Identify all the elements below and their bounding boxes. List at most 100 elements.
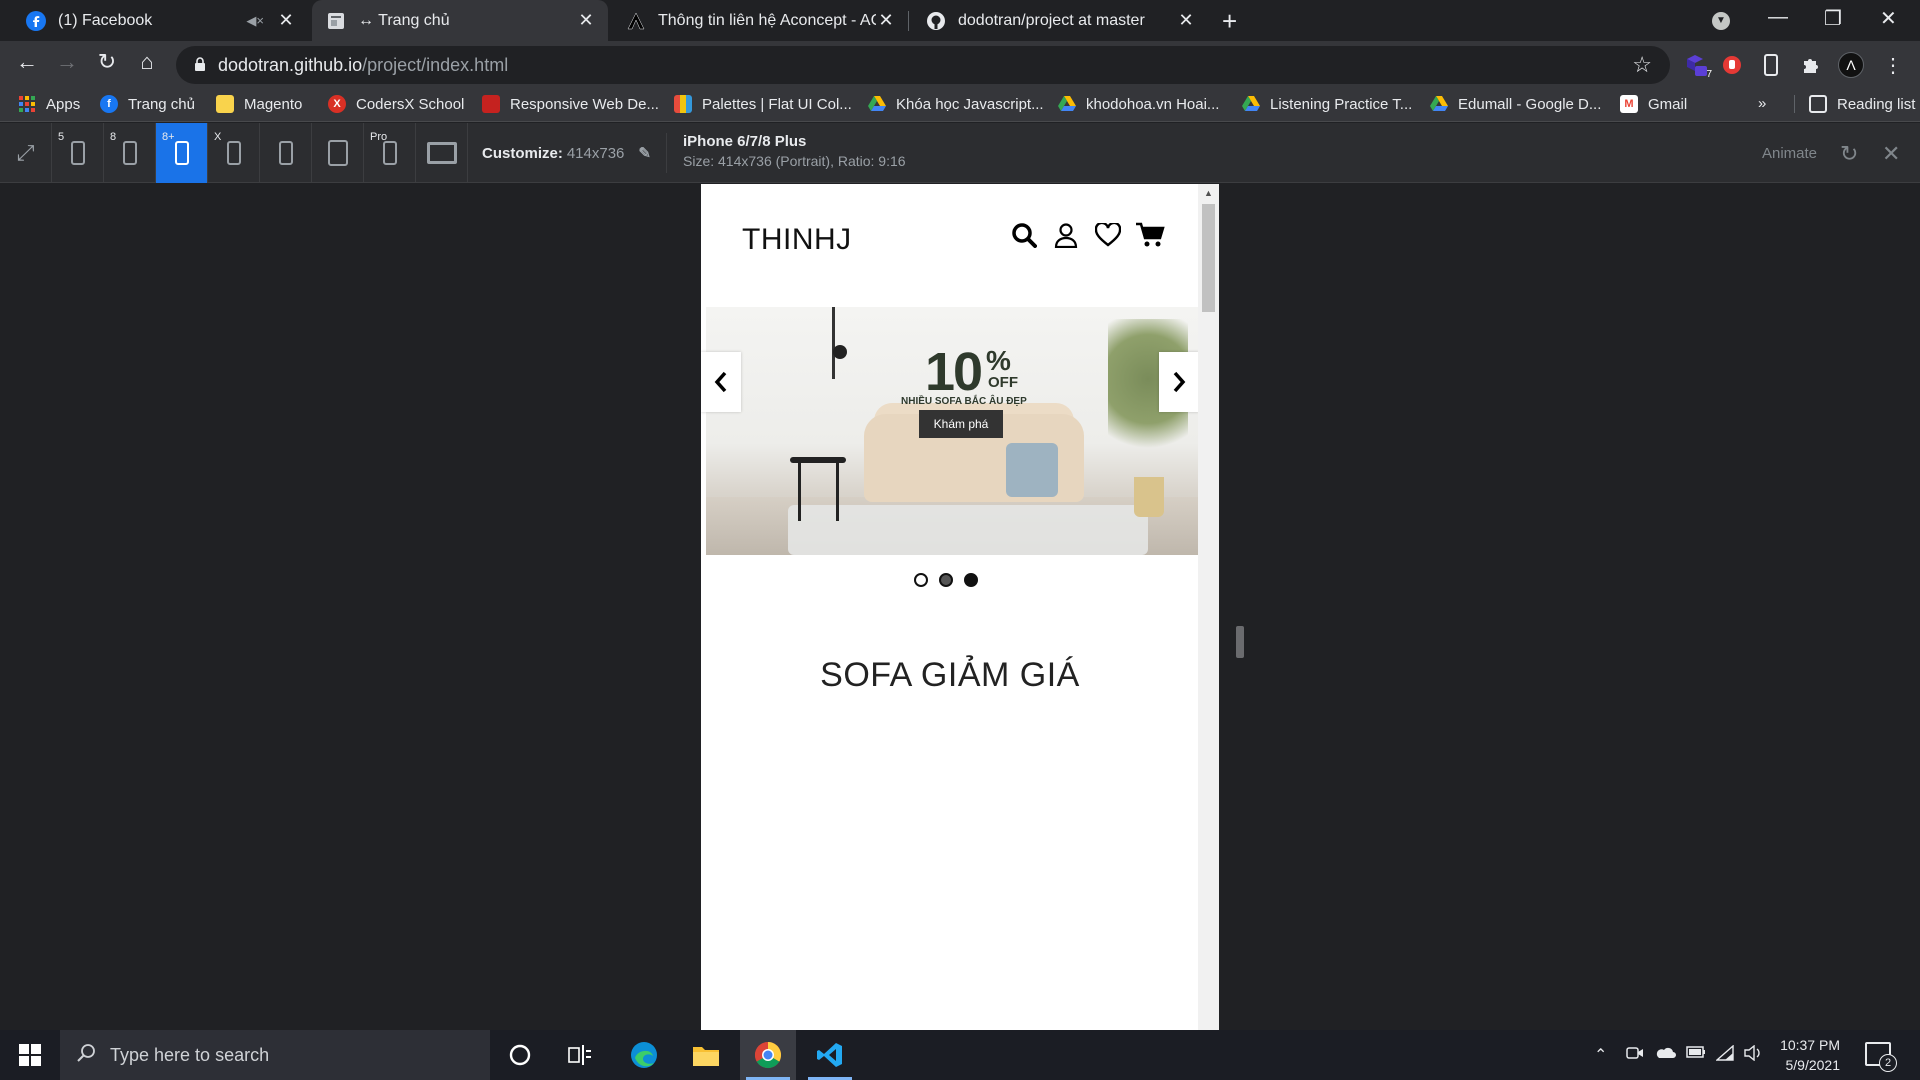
lock-icon[interactable] <box>194 56 208 74</box>
rotate-icon[interactable]: ↻ <box>1840 141 1858 167</box>
bookmark-trang-chu[interactable]: f Trang chủ <box>100 95 195 113</box>
bookmark-palettes[interactable]: Palettes | Flat UI Col... <box>674 95 852 113</box>
extensions-puzzle-icon[interactable] <box>1798 52 1824 78</box>
bookmark-responsive-web[interactable]: Responsive Web De... <box>482 95 659 113</box>
close-tab-icon[interactable]: ✕ <box>876 10 896 31</box>
close-window-button[interactable]: ✕ <box>1880 6 1897 31</box>
w3-icon <box>482 95 500 113</box>
tab-aconcept[interactable]: Thông tin liên hệ Aconcept - ACc ✕ <box>612 0 908 41</box>
restore-button[interactable]: ❐ <box>1824 6 1842 31</box>
file-explorer-icon[interactable] <box>678 1030 734 1080</box>
viewport-resize-handle[interactable] <box>1236 626 1244 658</box>
site-logo[interactable]: THINHJ <box>742 223 852 257</box>
customize-value: 414x736 <box>566 145 625 162</box>
taskbar-search[interactable]: Type here to search <box>60 1030 490 1080</box>
device-label: 5 <box>58 131 65 143</box>
viewport-scrollbar[interactable]: ▲ <box>1198 184 1219 1030</box>
volume-icon[interactable] <box>1744 1044 1762 1066</box>
close-tab-icon[interactable]: ✕ <box>576 10 596 31</box>
profile-avatar[interactable]: Λ <box>1838 52 1864 78</box>
fullscreen-toggle[interactable]: ⤢ <box>0 123 52 183</box>
slider-prev-button[interactable] <box>701 352 741 412</box>
slider-dot[interactable] <box>964 573 978 587</box>
slider-dot[interactable] <box>914 573 928 587</box>
cart-icon[interactable] <box>1135 220 1165 250</box>
hero-slider: 10 % OFF NHIỀU SOFA BẮC ÂU ĐẸP Khám phá <box>706 307 1198 555</box>
reload-button[interactable]: ↻ <box>92 49 122 75</box>
tab-facebook[interactable]: (1) Facebook ◀× ✕ <box>12 0 308 41</box>
chrome-icon[interactable] <box>740 1030 796 1080</box>
edit-pencil-icon[interactable]: ✎ <box>638 145 651 162</box>
hand-extension-icon[interactable] <box>1719 52 1745 78</box>
bookmarks-overflow-button[interactable]: » <box>1758 95 1766 112</box>
bookmark-gmail[interactable]: M Gmail <box>1620 95 1687 113</box>
show-hidden-icons[interactable]: ⌃ <box>1594 1045 1607 1065</box>
notification-center-icon[interactable]: 2 <box>1865 1042 1897 1072</box>
search-icon[interactable] <box>1009 220 1039 250</box>
meet-now-icon[interactable] <box>1626 1045 1644 1066</box>
tab-github[interactable]: dodotran/project at master ✕ <box>912 0 1208 41</box>
github-icon <box>926 11 946 31</box>
battery-icon[interactable] <box>1686 1045 1706 1063</box>
notification-count: 2 <box>1879 1054 1897 1072</box>
bookmark-codersx[interactable]: X CodersX School <box>328 95 464 113</box>
device-ipad-pro[interactable]: Pro <box>364 123 416 183</box>
bookmark-listening[interactable]: Listening Practice T... <box>1242 95 1412 113</box>
new-tab-button[interactable]: + <box>1222 6 1237 37</box>
responsive-extension-icon[interactable] <box>1758 52 1784 78</box>
start-button[interactable] <box>0 1030 60 1080</box>
bookmark-magento[interactable]: Magento <box>216 95 302 113</box>
bookmark-khoa-hoc[interactable]: Khóa học Javascript... <box>868 95 1044 113</box>
close-tab-icon[interactable]: ✕ <box>1176 10 1196 31</box>
device-iphone-8-plus[interactable]: 8+ <box>156 123 208 183</box>
bookmark-label: Apps <box>46 95 81 113</box>
search-icon <box>76 1043 96 1068</box>
speaker-muted-icon[interactable]: ◀× <box>246 13 264 29</box>
device-iphone-5[interactable]: 5 <box>52 123 104 183</box>
scrollbar-thumb[interactable] <box>1202 204 1215 312</box>
close-responsive-icon[interactable]: ✕ <box>1882 141 1900 167</box>
wifi-icon[interactable] <box>1715 1044 1734 1066</box>
bookmark-edumall[interactable]: Edumall - Google D... <box>1430 95 1601 113</box>
address-bar[interactable]: dodotran.github.io/project/index.html ☆ <box>176 46 1670 84</box>
device-iphone-x[interactable]: X <box>208 123 260 183</box>
onedrive-icon[interactable] <box>1654 1045 1676 1064</box>
minimize-button[interactable]: — <box>1768 6 1788 29</box>
tab-title: Thông tin liên hệ Aconcept - ACc <box>658 11 876 29</box>
system-clock[interactable]: 10:37 PM 5/9/2021 <box>1768 1035 1840 1075</box>
tab-trang-chu[interactable]: ↔ Trang chủ ✕ <box>312 0 608 41</box>
edge-icon[interactable] <box>616 1030 672 1080</box>
user-icon[interactable] <box>1051 220 1081 250</box>
slide-table-leg <box>836 463 839 521</box>
device-tablet[interactable] <box>312 123 364 183</box>
tab-search-icon[interactable]: ▼ <box>1712 12 1730 30</box>
clock-time: 10:37 PM <box>1780 1037 1840 1053</box>
forward-button[interactable]: → <box>52 49 82 75</box>
vscode-icon[interactable] <box>802 1030 858 1080</box>
slider-next-button[interactable] <box>1159 352 1199 412</box>
slide-pot <box>1134 477 1164 517</box>
bookmark-apps[interactable]: Apps <box>18 95 80 113</box>
bookmark-khodohoa[interactable]: khodohoa.vn Hoai... <box>1058 95 1219 113</box>
close-tab-icon[interactable]: ✕ <box>276 10 296 31</box>
windows-taskbar: Type here to search ⌃ 10:37 PM 5/9/2021 … <box>0 1030 1920 1080</box>
heart-icon[interactable] <box>1093 220 1123 250</box>
menu-kebab-icon[interactable]: ⋮ <box>1880 52 1906 78</box>
home-button[interactable]: ⌂ <box>132 49 162 75</box>
task-view-icon[interactable] <box>552 1030 608 1080</box>
scroll-up-icon[interactable]: ▲ <box>1204 188 1213 198</box>
extension-puzzle-badge-icon[interactable]: 7 <box>1682 52 1712 80</box>
animate-toggle[interactable]: Animate <box>1762 145 1817 162</box>
customize-size[interactable]: Customize: 414x736 ✎ <box>482 144 651 162</box>
bookmarks-bar: Apps f Trang chủ Magento X CodersX Schoo… <box>0 88 1920 122</box>
back-button[interactable]: ← <box>12 49 42 75</box>
device-phone-generic[interactable] <box>260 123 312 183</box>
cortana-icon[interactable] <box>492 1030 548 1080</box>
device-iphone-8[interactable]: 8 <box>104 123 156 183</box>
slider-dot[interactable] <box>939 573 953 587</box>
device-desktop[interactable] <box>416 123 468 183</box>
bookmark-star-icon[interactable]: ☆ <box>1632 52 1652 78</box>
reading-list-button[interactable]: Reading list <box>1794 95 1915 113</box>
explore-button[interactable]: Khám phá <box>919 410 1003 438</box>
monitor-icon <box>426 142 457 164</box>
